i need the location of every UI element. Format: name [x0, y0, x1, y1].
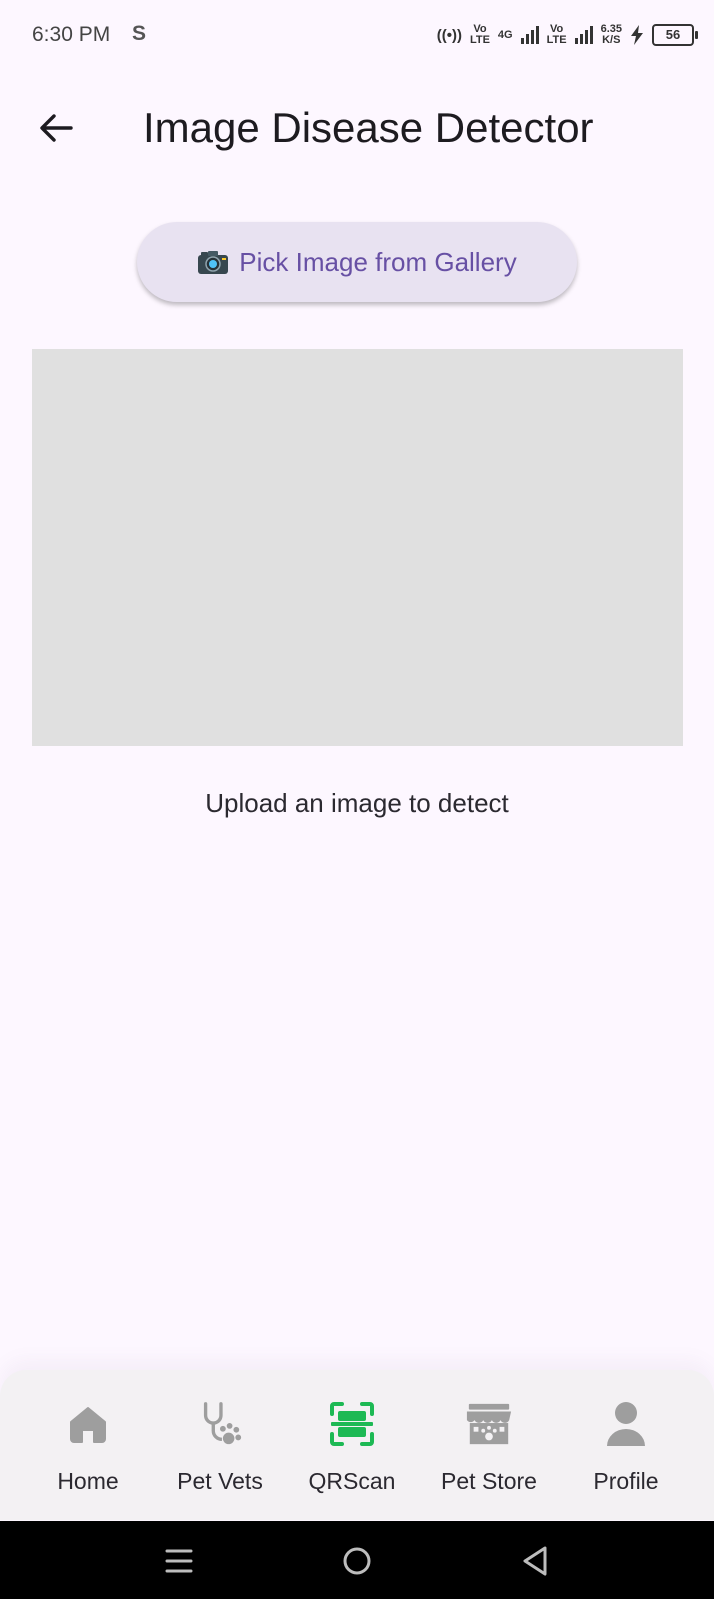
person-icon — [607, 1402, 645, 1446]
system-menu-button[interactable] — [157, 1539, 201, 1583]
status-bar: 6:30 PM S ((•)) Vo LTE 4G Vo LTE 6.35 K/S 5… — [0, 0, 714, 72]
camera-icon — [198, 251, 229, 274]
pick-image-button[interactable]: Pick Image from Gallery — [137, 222, 577, 302]
network-speed: 6.35 K/S — [600, 23, 622, 46]
nav-label-qrscan: QRScan — [308, 1468, 396, 1494]
back-triangle-icon — [523, 1546, 547, 1576]
charging-icon — [631, 25, 643, 45]
signal-icon-1 — [520, 26, 539, 44]
network-type: 4G — [497, 28, 513, 41]
home-circle-icon — [343, 1547, 371, 1575]
bottom-navigation: Home Pet Vets QRScan Pet Store Profile — [0, 1370, 714, 1520]
nav-label-pet-store: Pet Store — [441, 1468, 537, 1494]
nav-item-pet-store[interactable]: Pet Store — [424, 1390, 554, 1510]
nav-item-profile[interactable]: Profile — [561, 1390, 691, 1510]
system-back-button[interactable] — [513, 1539, 557, 1583]
nav-item-home[interactable]: Home — [23, 1390, 153, 1510]
volte-badge-1: Vo LTE — [469, 23, 490, 46]
signal-icon-2 — [574, 26, 593, 44]
scan-icon — [330, 1402, 374, 1446]
system-navigation-bar — [0, 1521, 714, 1599]
system-home-button[interactable] — [335, 1539, 379, 1583]
store-icon — [466, 1403, 512, 1445]
image-preview-placeholder — [32, 349, 683, 746]
nav-item-pet-vets[interactable]: Pet Vets — [155, 1390, 285, 1510]
upload-hint: Upload an image to detect — [205, 788, 509, 818]
nav-label-profile: Profile — [593, 1468, 659, 1494]
nav-item-qrscan[interactable]: QRScan — [287, 1390, 417, 1510]
back-button[interactable] — [28, 100, 84, 156]
stethoscope-paw-icon — [203, 1402, 242, 1445]
nav-label-pet-vets: Pet Vets — [177, 1468, 263, 1494]
status-icons: ((•)) Vo LTE 4G Vo LTE 6.35 K/S 56 — [436, 20, 698, 50]
arrow-left-icon — [40, 114, 73, 142]
hotspot-icon: ((•)) — [436, 26, 462, 44]
pick-image-label: Pick Image from Gallery — [239, 246, 517, 277]
menu-icon — [165, 1549, 193, 1573]
battery-icon: 56 — [652, 24, 698, 46]
home-icon — [70, 1407, 106, 1443]
carrier-icon: S — [132, 22, 147, 45]
page-title: Image Disease Detector — [143, 104, 594, 151]
volte-badge-2: Vo LTE — [546, 23, 567, 46]
nav-label-home: Home — [57, 1468, 119, 1494]
battery-level: 56 — [665, 27, 681, 42]
status-time: 6:30 PM — [32, 23, 111, 46]
